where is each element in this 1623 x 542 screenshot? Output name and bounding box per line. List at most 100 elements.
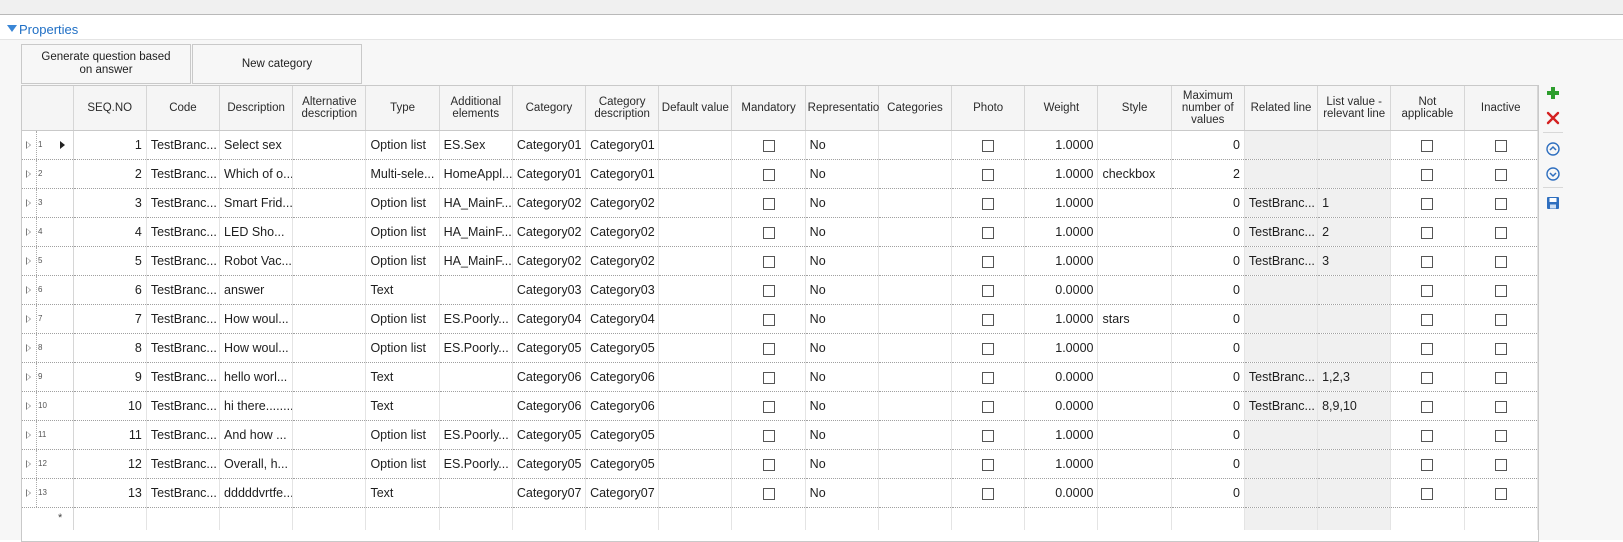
mandatory-checkbox[interactable] <box>731 449 806 479</box>
representation-cell[interactable]: No <box>805 246 879 276</box>
checkbox[interactable] <box>762 342 775 355</box>
mandatory-checkbox[interactable] <box>731 362 806 392</box>
new-row-cell[interactable] <box>1464 507 1538 530</box>
expand-row-icon[interactable] <box>26 228 31 236</box>
table-row[interactable]: 11 11 TestBranc... And how ... Option list ES… <box>22 420 1538 450</box>
category-cell[interactable]: Category01 <box>512 159 587 189</box>
categories-cell[interactable] <box>878 246 953 276</box>
categories-cell[interactable] <box>878 391 953 421</box>
column-header[interactable]: Description <box>219 86 294 131</box>
additional-elements-cell[interactable]: ES.Poorly... <box>439 333 513 363</box>
style-cell[interactable] <box>1097 362 1172 392</box>
expand-row-icon[interactable] <box>26 141 31 149</box>
max-values-cell[interactable]: 0 <box>1171 333 1245 363</box>
inactive-checkbox[interactable] <box>1464 159 1538 189</box>
mandatory-checkbox[interactable] <box>731 333 806 363</box>
category-cell[interactable]: Category06 <box>512 391 587 421</box>
row-header[interactable]: 12 <box>22 449 74 479</box>
not-applicable-checkbox[interactable] <box>1390 217 1465 247</box>
checkbox[interactable] <box>1421 226 1434 239</box>
alternative-description-cell[interactable] <box>292 275 367 305</box>
table-row[interactable]: 2 2 TestBranc... Which of o... Multi-sele...… <box>22 159 1538 189</box>
default-value-cell[interactable] <box>658 478 733 508</box>
additional-elements-cell[interactable]: ES.Poorly... <box>439 304 513 334</box>
table-row[interactable]: 5 5 TestBranc... Robot Vac... Option list HA_… <box>22 246 1538 276</box>
weight-cell[interactable]: 1.0000 <box>1024 246 1099 276</box>
default-value-cell[interactable] <box>658 420 733 450</box>
related-line-cell[interactable] <box>1244 130 1319 160</box>
additional-elements-cell[interactable] <box>439 275 513 305</box>
related-line-cell[interactable]: TestBranc... <box>1244 391 1319 421</box>
checkbox[interactable] <box>762 429 775 442</box>
mandatory-checkbox[interactable] <box>731 420 806 450</box>
table-row[interactable]: 1 1 TestBranc... Select sex Option list ES.Se… <box>22 130 1538 160</box>
mandatory-checkbox[interactable] <box>731 159 806 189</box>
additional-elements-cell[interactable]: HA_MainF... <box>439 246 513 276</box>
column-header[interactable]: Category <box>512 86 587 131</box>
expand-row-icon[interactable] <box>26 286 31 294</box>
alternative-description-cell[interactable] <box>292 333 367 363</box>
related-line-cell[interactable] <box>1244 159 1319 189</box>
checkbox[interactable] <box>762 139 775 152</box>
list-value-cell[interactable]: 1 <box>1317 188 1392 218</box>
new-row-cell[interactable] <box>658 507 733 530</box>
additional-elements-cell[interactable] <box>439 362 513 392</box>
list-value-cell[interactable] <box>1317 449 1392 479</box>
representation-cell[interactable]: No <box>805 159 879 189</box>
alternative-description-cell[interactable] <box>292 391 367 421</box>
categories-cell[interactable] <box>878 362 953 392</box>
row-header[interactable]: 6 <box>22 275 74 305</box>
category-cell[interactable]: Category04 <box>512 304 587 334</box>
not-applicable-checkbox[interactable] <box>1390 159 1465 189</box>
max-values-cell[interactable]: 0 <box>1171 420 1245 450</box>
description-cell[interactable]: Which of o... <box>219 159 294 189</box>
type-cell[interactable]: Text <box>365 275 440 305</box>
checkbox[interactable] <box>762 197 775 210</box>
weight-cell[interactable]: 1.0000 <box>1024 449 1099 479</box>
representation-cell[interactable]: No <box>805 188 879 218</box>
style-cell[interactable] <box>1097 449 1172 479</box>
column-header[interactable]: Default value <box>658 86 733 131</box>
not-applicable-checkbox[interactable] <box>1390 420 1465 450</box>
seq-no-cell[interactable]: 5 <box>73 246 147 276</box>
checkbox[interactable] <box>1421 342 1434 355</box>
style-cell[interactable]: stars <box>1097 304 1172 334</box>
description-cell[interactable]: hello worl... <box>219 362 294 392</box>
photo-checkbox[interactable] <box>951 246 1026 276</box>
category-cell[interactable]: Category06 <box>512 362 587 392</box>
code-cell[interactable]: TestBranc... <box>146 217 221 247</box>
code-cell[interactable]: TestBranc... <box>146 391 221 421</box>
mandatory-checkbox[interactable] <box>731 217 806 247</box>
collapse-caret-icon[interactable] <box>7 25 17 32</box>
inactive-checkbox[interactable] <box>1464 246 1538 276</box>
max-values-cell[interactable]: 2 <box>1171 159 1245 189</box>
max-values-cell[interactable]: 0 <box>1171 391 1245 421</box>
photo-checkbox[interactable] <box>951 333 1026 363</box>
style-cell[interactable] <box>1097 217 1172 247</box>
checkbox[interactable] <box>1421 255 1434 268</box>
checkbox[interactable] <box>762 313 775 326</box>
style-cell[interactable] <box>1097 275 1172 305</box>
category-cell[interactable]: Category02 <box>512 246 587 276</box>
new-row-cell[interactable] <box>1244 507 1319 530</box>
representation-cell[interactable]: No <box>805 130 879 160</box>
weight-cell[interactable]: 1.0000 <box>1024 130 1099 160</box>
description-cell[interactable]: Overall, h... <box>219 449 294 479</box>
checkbox[interactable] <box>762 487 775 500</box>
description-cell[interactable]: Select sex <box>219 130 294 160</box>
checkbox[interactable] <box>1421 139 1434 152</box>
inactive-checkbox[interactable] <box>1464 304 1538 334</box>
list-value-cell[interactable] <box>1317 275 1392 305</box>
not-applicable-checkbox[interactable] <box>1390 449 1465 479</box>
representation-cell[interactable]: No <box>805 275 879 305</box>
type-cell[interactable]: Option list <box>365 333 440 363</box>
photo-checkbox[interactable] <box>951 391 1026 421</box>
mandatory-checkbox[interactable] <box>731 130 806 160</box>
seq-no-cell[interactable]: 10 <box>73 391 147 421</box>
representation-cell[interactable]: No <box>805 304 879 334</box>
category-cell[interactable]: Category07 <box>512 478 587 508</box>
save-icon[interactable] <box>1544 194 1562 212</box>
expand-row-icon[interactable] <box>26 344 31 352</box>
inactive-checkbox[interactable] <box>1464 130 1538 160</box>
checkbox[interactable] <box>982 255 995 268</box>
